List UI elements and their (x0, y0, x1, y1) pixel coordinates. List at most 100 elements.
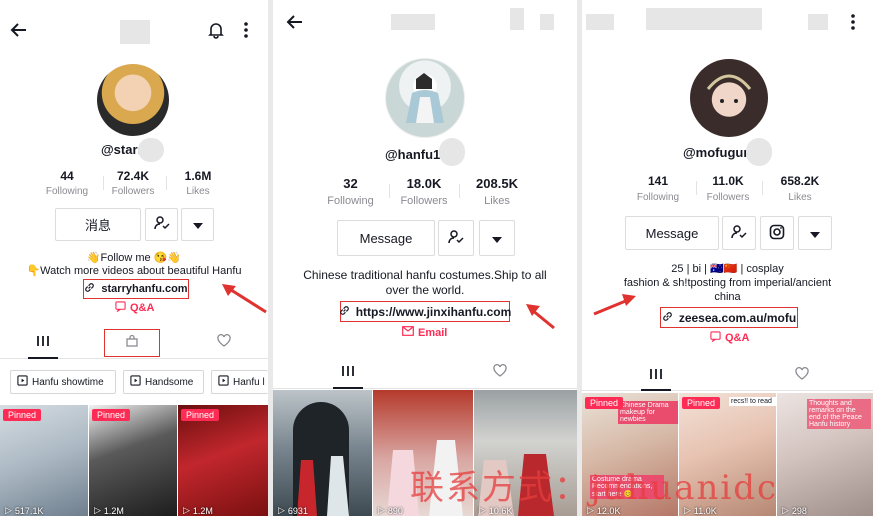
active-tab-indicator (333, 387, 363, 389)
play-icon: ▷ (183, 505, 190, 515)
follow-user-button[interactable] (145, 208, 178, 241)
stat-divider (459, 184, 460, 198)
qa-icon (115, 301, 126, 315)
watermark: 联系方式：juhuanidc (410, 468, 779, 508)
playlist-chip[interactable]: Hanfu showtime (10, 370, 116, 394)
more-options-button[interactable] (181, 208, 214, 241)
email-icon (402, 326, 414, 339)
profile-panel-starry: @starr 44 Following 72.4K Followers 1.6M Li… (0, 0, 268, 516)
stat-following[interactable]: 32 Following (313, 176, 388, 207)
liked-heart-icon (492, 363, 508, 383)
handle-redacted (746, 138, 772, 166)
instagram-button[interactable] (760, 216, 794, 250)
stat-following[interactable]: 44 Following (37, 169, 97, 197)
more-options-button[interactable] (798, 216, 832, 250)
annotation-arrow (222, 284, 267, 314)
playlist-icon (130, 375, 141, 389)
pinned-badge: Pinned (682, 397, 721, 409)
stat-likes[interactable]: 658.2K Likes (766, 174, 834, 203)
email-label: Email (418, 326, 448, 339)
liked-heart-icon (216, 334, 232, 353)
link-icon (339, 305, 350, 319)
profile-panel-mofu: @mofugur 141 Following 11.0K Followers 658… (582, 0, 873, 516)
tab-liked[interactable] (470, 358, 530, 388)
username-redacted (120, 20, 150, 44)
qa-link[interactable]: Q&A (710, 331, 749, 345)
tab-videos[interactable] (318, 358, 378, 388)
stat-likes[interactable]: 1.6M Likes (168, 169, 228, 197)
bio-link-text: https://www.jinxihanfu.com (355, 304, 512, 319)
stat-followers[interactable]: 11.0K Followers (696, 174, 760, 203)
profile-panel-hanfu: @hanfu1 32 Following 18.0K Followers 208.5… (273, 0, 577, 516)
profile-handle: @hanfu1 (385, 147, 441, 162)
tab-liked[interactable] (772, 362, 832, 390)
grid-icon (341, 364, 355, 383)
pinned-badge: Pinned (92, 409, 131, 421)
username-redacted (391, 14, 435, 30)
more-options-button[interactable] (479, 220, 515, 256)
more-vertical-icon[interactable] (238, 21, 254, 43)
stat-followers[interactable]: 72.4K Followers (103, 169, 163, 197)
tab-shop[interactable] (104, 329, 160, 357)
playlist-label: Handsome (145, 376, 194, 388)
playlist-chip[interactable]: Handsome (123, 370, 204, 394)
shop-bag-icon (125, 334, 139, 353)
stat-divider (762, 181, 763, 195)
icon-redacted (808, 14, 828, 30)
back-arrow-icon[interactable] (10, 21, 28, 43)
video-thumbnail[interactable]: Thoughts and remarks on the end of the P… (777, 393, 873, 516)
bio-link[interactable]: https://www.jinxihanfu.com (339, 301, 512, 322)
play-icon: ▷ (5, 505, 12, 515)
bio-text: Chinese traditional hanfu costumes.Ship … (303, 268, 547, 297)
content-tabs (0, 329, 268, 359)
bio-link[interactable]: starryhanfu.com (83, 279, 189, 299)
annotation-arrow (526, 304, 555, 330)
icon-redacted (540, 14, 554, 30)
qa-link[interactable]: Q&A (115, 301, 154, 315)
qa-label: Q&A (725, 332, 750, 344)
video-thumbnail[interactable]: ▷ 6931 (273, 390, 372, 516)
qa-icon (710, 331, 721, 345)
bio-line: 25 | bi | 🇦🇺🇨🇳 | cosplay (671, 263, 784, 275)
video-thumbnail[interactable]: Pinned ▷ 1.2M (89, 405, 177, 516)
profile-handle: @starr (101, 142, 143, 157)
tab-videos[interactable] (626, 362, 686, 390)
link-icon (84, 282, 95, 296)
follow-user-icon (153, 214, 171, 235)
message-button[interactable]: Message (337, 220, 435, 256)
playlist-label: Hanfu showtime (32, 376, 104, 388)
content-tabs (582, 362, 873, 391)
grid-icon (36, 334, 50, 353)
video-thumbnail[interactable]: Pinned ▷ 1.2M (178, 405, 268, 516)
playlist-chip[interactable]: Hanfu l (211, 370, 268, 394)
avatar[interactable] (385, 58, 465, 138)
stat-likes[interactable]: 208.5K Likes (461, 176, 533, 207)
pinned-badge: Pinned (181, 409, 220, 421)
more-vertical-icon[interactable] (845, 13, 861, 35)
video-thumbnail[interactable]: Pinned ▷ 517.1K (0, 405, 88, 516)
tab-liked[interactable] (196, 329, 252, 358)
email-link[interactable]: Email (402, 326, 447, 339)
view-count: ▷ 6931 (278, 505, 308, 516)
avatar[interactable] (97, 64, 169, 136)
username-redacted (646, 8, 762, 30)
avatar[interactable] (690, 59, 768, 137)
bell-icon[interactable] (207, 21, 225, 43)
bio-link[interactable]: zeesea.com.au/mofu (660, 307, 798, 328)
play-icon: ▷ (94, 505, 101, 515)
message-button[interactable]: 消息 (55, 208, 141, 241)
video-caption: Thoughts and remarks on the end of the P… (807, 399, 871, 429)
tab-videos[interactable] (0, 329, 86, 358)
video-caption: Chinese Drama makeup for newbies (618, 401, 678, 424)
stat-following[interactable]: 141 Following (622, 174, 694, 203)
follow-user-button[interactable] (722, 216, 756, 250)
follow-user-icon (447, 228, 465, 249)
stat-followers[interactable]: 18.0K Followers (389, 176, 459, 207)
active-tab-indicator (28, 357, 58, 359)
caret-down-icon (192, 217, 203, 232)
back-arrow-icon[interactable] (286, 13, 304, 35)
message-button[interactable]: Message (625, 216, 719, 250)
follow-user-button[interactable] (438, 220, 474, 256)
caret-down-icon (492, 231, 502, 246)
view-count: ▷ 517.1K (5, 505, 44, 516)
